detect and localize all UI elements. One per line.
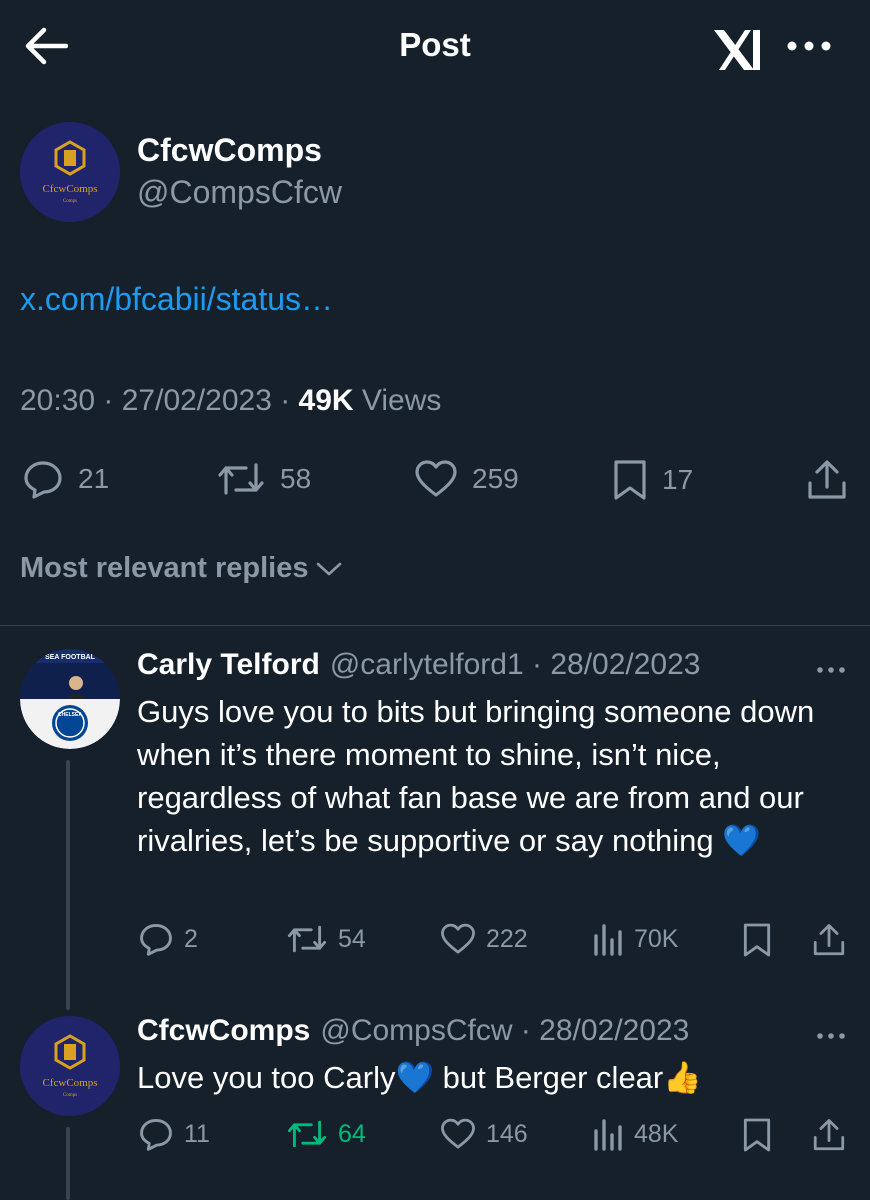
like-count: 259 bbox=[472, 463, 519, 494]
reply-repost-count: 54 bbox=[338, 924, 366, 953]
views-count: 49K bbox=[298, 384, 354, 417]
chevron-down-icon bbox=[316, 562, 341, 575]
reply-avatar-carly[interactable]: SEA FOOTBAL CHELSEA bbox=[20, 649, 120, 749]
reply-icon bbox=[140, 1118, 172, 1151]
avatar-banner-text: SEA FOOTBAL bbox=[45, 654, 96, 661]
reply-button[interactable]: 21 bbox=[22, 459, 109, 499]
bookmark-icon bbox=[743, 923, 771, 957]
reply-like-count: 146 bbox=[486, 1119, 528, 1148]
author-handle[interactable]: @CompsCfcw bbox=[137, 174, 342, 211]
avatar-crest-text: CHELSEA bbox=[58, 712, 82, 718]
repost-icon bbox=[218, 463, 264, 495]
reply-header: Carly Telford @carlytelford1 · 28/02/202… bbox=[137, 648, 700, 682]
share-icon bbox=[808, 460, 846, 499]
reply-text: Guys love you to bits but bringing someo… bbox=[137, 694, 815, 858]
x-logo-icon[interactable] bbox=[712, 26, 764, 74]
reply-views-count: 70K bbox=[634, 924, 679, 953]
share-icon bbox=[813, 924, 845, 956]
reply-handle-date[interactable]: @CompsCfcw · 28/02/2023 bbox=[320, 1014, 689, 1048]
thread-line bbox=[66, 1127, 70, 1200]
reply-author-name[interactable]: Carly Telford bbox=[137, 648, 320, 682]
reply-repost-button[interactable]: 64 bbox=[286, 1117, 366, 1151]
reply-share-button[interactable] bbox=[812, 922, 846, 958]
author-name[interactable]: CfcwComps bbox=[137, 132, 322, 169]
reply-avatar-cfcwcomps[interactable]: CfcwComps Comps bbox=[20, 1016, 120, 1116]
author-avatar[interactable]: CfcwComps Comps bbox=[20, 122, 120, 222]
reply-sort-dropdown[interactable]: Most relevant replies bbox=[20, 552, 343, 585]
reply-more-icon[interactable] bbox=[816, 1028, 846, 1039]
reply-bookmark-button[interactable] bbox=[742, 1117, 772, 1153]
bookmark-icon bbox=[743, 1118, 771, 1152]
views-bar-icon bbox=[594, 924, 622, 956]
reply-more-icon[interactable] bbox=[816, 662, 846, 673]
reply-like-button[interactable]: 222 bbox=[440, 922, 528, 956]
avatar-wordmark: CfcwComps bbox=[43, 183, 98, 195]
reply-reply-count: 11 bbox=[184, 1119, 210, 1148]
views-label: Views bbox=[353, 384, 442, 417]
divider bbox=[0, 625, 870, 626]
bookmark-button[interactable]: 17 bbox=[612, 459, 693, 501]
post-link[interactable]: x.com/bfcabii/status… bbox=[20, 281, 333, 318]
reply-like-button[interactable]: 146 bbox=[440, 1117, 528, 1151]
post-timestamp: 20:30 · 27/02/2023 · bbox=[20, 384, 299, 417]
heart-icon bbox=[441, 1118, 475, 1149]
repost-icon bbox=[287, 925, 327, 953]
reply-repost-button[interactable]: 54 bbox=[286, 922, 366, 956]
reply-handle-date[interactable]: @carlytelford1 · 28/02/2023 bbox=[330, 648, 701, 682]
repost-button[interactable]: 58 bbox=[216, 459, 311, 499]
reply-icon bbox=[24, 461, 62, 499]
thread-line bbox=[66, 760, 70, 1010]
reply-text: Love you too Carly💙 but Berger clear👍 bbox=[137, 1060, 702, 1095]
avatar-subtext: Comps bbox=[63, 1093, 77, 1098]
views-bar-icon bbox=[594, 1119, 622, 1151]
reply-repost-count: 64 bbox=[338, 1119, 366, 1148]
reply-reply-button[interactable]: 11 bbox=[138, 1117, 210, 1151]
heart-icon bbox=[441, 923, 475, 954]
reply-count: 21 bbox=[78, 463, 110, 494]
reply-views-button[interactable]: 70K bbox=[592, 922, 678, 956]
more-options-icon[interactable] bbox=[786, 38, 832, 54]
reply-views-button[interactable]: 48K bbox=[592, 1117, 678, 1151]
heart-icon bbox=[415, 460, 457, 497]
post-meta: 20:30 · 27/02/2023 · 49K Views bbox=[20, 384, 441, 418]
reply-icon bbox=[140, 923, 172, 956]
reply-header: CfcwComps @CompsCfcw · 28/02/2023 bbox=[137, 1014, 689, 1048]
reply-sort-label: Most relevant replies bbox=[20, 552, 309, 584]
reply-author-name[interactable]: CfcwComps bbox=[137, 1014, 310, 1048]
bookmark-icon bbox=[614, 460, 646, 500]
reply-reply-count: 2 bbox=[184, 924, 198, 953]
reply-reply-button[interactable]: 2 bbox=[138, 922, 198, 956]
reply-views-count: 48K bbox=[634, 1119, 679, 1148]
share-icon bbox=[813, 1119, 845, 1151]
like-button[interactable]: 259 bbox=[414, 459, 519, 499]
avatar-subtext: Comps bbox=[63, 199, 77, 204]
share-button[interactable] bbox=[806, 459, 848, 501]
avatar-wordmark: CfcwComps bbox=[43, 1077, 98, 1089]
reply-bookmark-button[interactable] bbox=[742, 922, 772, 958]
reply-share-button[interactable] bbox=[812, 1117, 846, 1153]
repost-icon bbox=[287, 1120, 327, 1148]
repost-count: 58 bbox=[280, 463, 312, 494]
reply-like-count: 222 bbox=[486, 924, 528, 953]
bookmark-count: 17 bbox=[662, 464, 694, 495]
